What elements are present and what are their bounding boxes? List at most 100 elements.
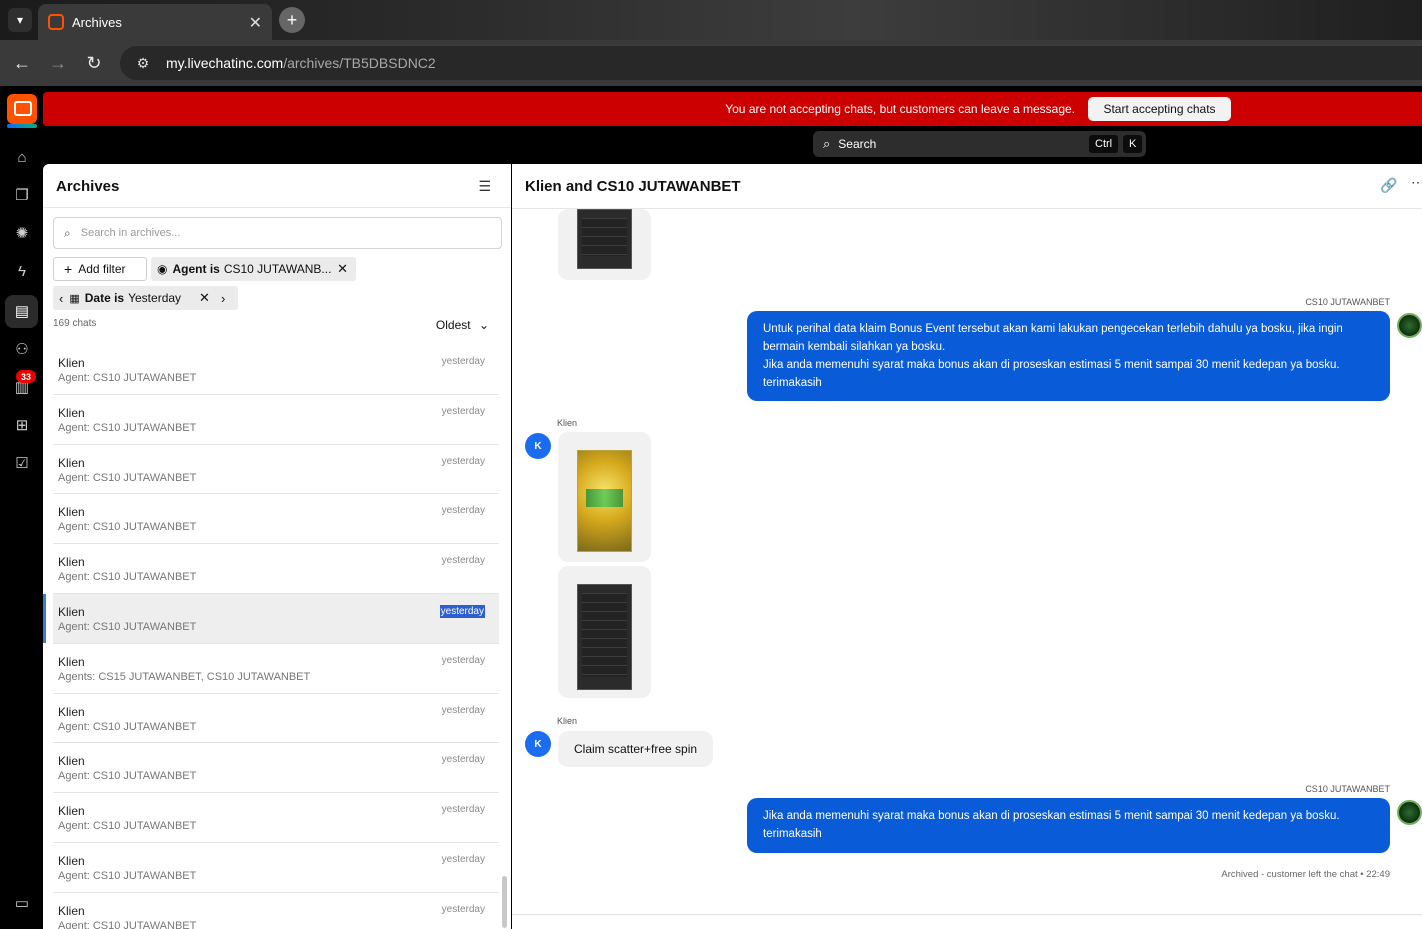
row-timestamp: yesterday <box>441 754 485 766</box>
row-agent-names: Agent: CS10 JUTAWANBET <box>58 471 197 484</box>
agent-message-line: Untuk perihal data klaim Bonus Event ter… <box>763 323 1343 353</box>
archived-status-note: Archived - customer left the chat • 22:4… <box>1221 869 1390 880</box>
row-timestamp: yesterday <box>439 604 485 618</box>
row-customer-name: Klien <box>58 604 85 619</box>
archives-icon[interactable]: ▤ <box>11 300 33 322</box>
archive-chat-row[interactable]: Klien Agent: CS10 JUTAWANBET yesterday <box>53 395 499 445</box>
more-options-icon[interactable]: ⋯ <box>1411 174 1422 191</box>
browser-tab-archives[interactable]: Archives ✕ <box>38 4 272 40</box>
tab-search-chevron-icon[interactable]: ▾ <box>8 8 32 32</box>
agent-filter-chip[interactable]: ◉ Agent is CS10 JUTAWANB... ✕ <box>151 257 356 281</box>
chat-count: 169 chats <box>53 318 97 329</box>
chevron-left-icon[interactable]: ‹ <box>59 291 63 306</box>
browser-tab-strip: ▾ Archives ✕ + <box>0 0 1422 40</box>
customer-avatar: K <box>525 433 551 459</box>
archives-search-input[interactable] <box>78 226 459 240</box>
remove-filter-close-icon[interactable]: ✕ <box>337 261 348 277</box>
archive-chat-list: Klien Agent: CS10 JUTAWANBET yesterday Klie… <box>43 345 499 929</box>
customer-image-message[interactable] <box>558 209 651 280</box>
new-tab-plus-icon[interactable]: + <box>279 7 305 33</box>
url-host: my.livechatinc.com <box>166 55 284 71</box>
chat-header: Klien and CS10 JUTAWANBET 🔗 ⋯ <box>512 164 1422 209</box>
forward-arrow-icon[interactable]: → <box>47 52 69 74</box>
row-customer-name: Klien <box>58 555 85 570</box>
row-timestamp: yesterday <box>441 804 485 816</box>
row-timestamp: yesterday <box>441 455 485 467</box>
chevron-right-icon[interactable]: › <box>221 291 225 306</box>
agent-filter-key: Agent is <box>172 262 220 276</box>
row-timestamp: yesterday <box>441 505 485 517</box>
add-filter-label: Add filter <box>78 262 126 276</box>
agent-message-bubble: Untuk perihal data klaim Bonus Event ter… <box>747 311 1390 401</box>
chevron-down-icon: ⌄ <box>478 318 489 332</box>
archives-search-field[interactable]: ⌕ <box>53 217 502 249</box>
livechat-logo-icon[interactable] <box>7 94 37 124</box>
agent-avatar <box>1397 800 1422 825</box>
archive-chat-row[interactable]: Klien Agent: CS10 JUTAWANBET yesterday <box>53 694 499 744</box>
customer-image-message[interactable] <box>558 566 651 698</box>
row-timestamp: yesterday <box>441 405 485 417</box>
row-agent-names: Agent: CS10 JUTAWANBET <box>58 919 197 929</box>
customer-sender-name: Klien <box>557 716 578 726</box>
archive-chat-row[interactable]: Klien Agent: CS10 JUTAWANBET yesterday <box>53 445 499 495</box>
team-icon[interactable]: ⚇ <box>11 338 33 360</box>
row-customer-name: Klien <box>58 654 85 669</box>
customer-image-message[interactable] <box>558 432 651 562</box>
engage-icon[interactable]: ✺ <box>11 222 33 244</box>
global-search-label: Search <box>838 137 877 151</box>
site-settings-icon[interactable]: ⚙ <box>132 52 154 74</box>
automate-bolt-icon[interactable]: ϟ <box>11 260 33 282</box>
url-omnibox[interactable]: ⚙ my.livechatinc.com/archives/TB5DBSDNC2 <box>120 46 1422 80</box>
archive-chat-row[interactable]: Klien Agents: CS15 JUTAWANBET, CS10 JUTAW… <box>53 644 499 694</box>
home-icon[interactable]: ⌂ <box>11 146 33 168</box>
list-scrollbar[interactable] <box>502 876 507 928</box>
row-agent-names: Agent: CS10 JUTAWANBET <box>58 820 197 833</box>
reload-icon[interactable]: ↻ <box>83 52 105 74</box>
archive-chat-row[interactable]: Klien Agent: CS10 JUTAWANBET yesterday <box>53 743 499 794</box>
archive-chat-row[interactable]: Klien Agent: CS10 JUTAWANBET yesterday <box>53 345 499 395</box>
billing-card-icon[interactable]: ▭ <box>11 892 33 914</box>
start-accepting-chats-button[interactable]: Start accepting chats <box>1088 97 1231 121</box>
row-agent-names: Agent: CS10 JUTAWANBET <box>58 571 197 584</box>
sort-dropdown[interactable]: Oldest ⌄ <box>436 318 489 332</box>
filter-settings-icon[interactable]: ☰ <box>478 178 491 195</box>
archive-chat-row[interactable]: Klien Agent: CS10 JUTAWANBET yesterday <box>53 893 499 929</box>
agent-message-line: Jika anda memenuhi syarat maka bonus aka… <box>763 359 1340 371</box>
add-filter-button[interactable]: + Add filter <box>53 257 147 281</box>
chat-footer-divider <box>512 914 1422 915</box>
archive-chat-row[interactable]: Klien Agent: CS10 JUTAWANBET yesterday <box>53 793 499 843</box>
archive-chat-row[interactable]: Klien Agent: CS10 JUTAWANBET yesterday <box>53 544 499 594</box>
url-path: /archives/TB5DBSDNC2 <box>283 55 436 71</box>
row-agent-names: Agent: CS10 JUTAWANBET <box>58 770 197 783</box>
agent-message-bubble: Jika anda memenuhi syarat maka bonus aka… <box>747 798 1390 853</box>
back-arrow-icon[interactable]: ← <box>11 52 33 74</box>
archive-chat-row[interactable]: Klien Agent: CS10 JUTAWANBET yesterday <box>43 593 499 644</box>
global-search-bar[interactable]: ⌕ Search Ctrl K <box>813 131 1146 157</box>
row-agent-names: Agent: CS10 JUTAWANBET <box>58 620 197 633</box>
row-customer-name: Klien <box>58 505 85 520</box>
row-customer-name: Klien <box>58 853 85 868</box>
customer-sender-name: Klien <box>557 418 578 428</box>
remove-date-close-icon[interactable]: ✕ <box>199 290 210 306</box>
row-agent-names: Agent: CS10 JUTAWANBET <box>58 372 197 384</box>
shortcut-key-ctrl: Ctrl <box>1089 135 1119 153</box>
plus-icon: + <box>64 261 73 277</box>
banner-message: You are not accepting chats, but custome… <box>725 102 1075 116</box>
date-filter-chip[interactable]: ‹ ▦ Date is Yesterday ✕ › <box>53 286 238 310</box>
row-customer-name: Klien <box>58 356 85 370</box>
logo-status-bar <box>7 124 37 128</box>
app-left-rail: ⌂ ❐ ✺ ϟ ▤ ⚇ ▥ 33 ⊞ ☑ ▭ <box>0 86 43 929</box>
row-timestamp: yesterday <box>441 853 485 865</box>
archive-chat-row[interactable]: Klien Agent: CS10 JUTAWANBET yesterday <box>53 843 499 893</box>
reports-badge: 33 <box>16 370 36 383</box>
archive-chat-row[interactable]: Klien Agent: CS10 JUTAWANBET yesterday <box>53 494 499 545</box>
chats-icon[interactable]: ❐ <box>11 184 33 206</box>
tab-close-icon[interactable]: ✕ <box>249 13 262 33</box>
agent-sender-name: CS10 JUTAWANBET <box>1305 784 1390 794</box>
chat-title: Klien and CS10 JUTAWANBET <box>525 178 741 195</box>
copy-link-icon[interactable]: 🔗 <box>1380 177 1397 194</box>
row-agent-names: Agent: CS10 JUTAWANBET <box>58 869 197 882</box>
browser-tab-title: Archives <box>72 14 122 30</box>
tasks-checkbox-icon[interactable]: ☑ <box>11 452 33 474</box>
apps-icon[interactable]: ⊞ <box>11 414 33 436</box>
